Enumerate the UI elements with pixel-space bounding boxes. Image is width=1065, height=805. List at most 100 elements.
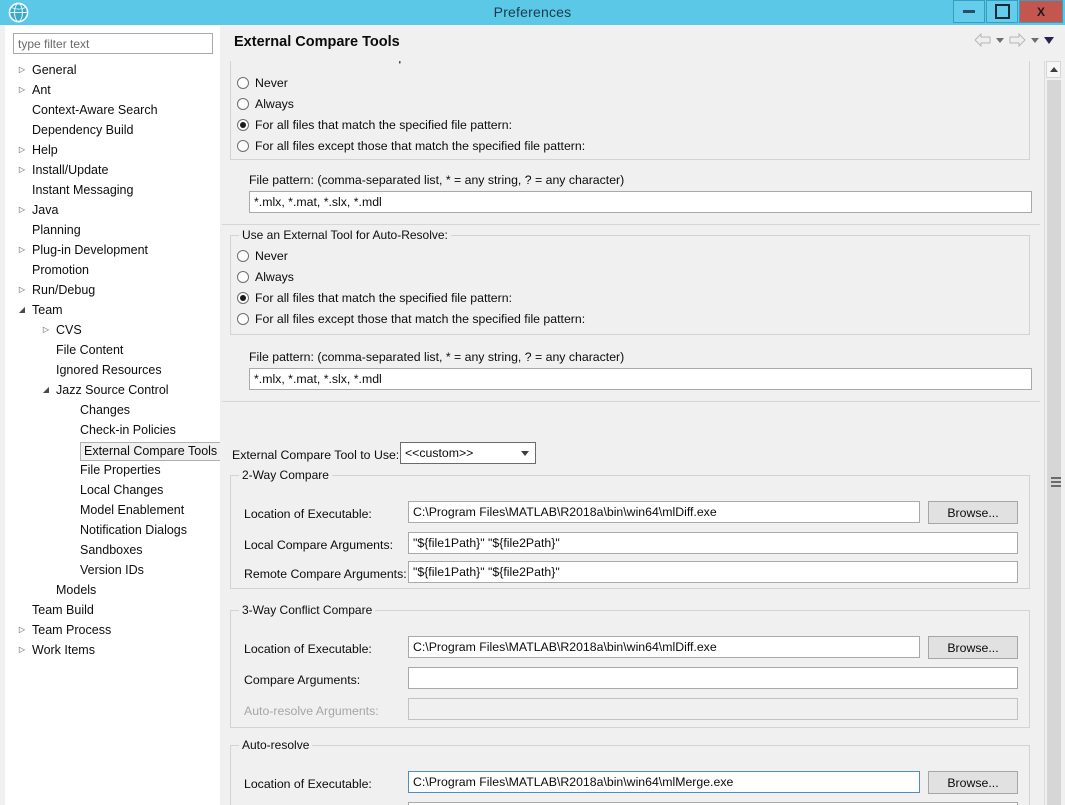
compare-option-always-label: Always: [255, 97, 294, 111]
auto-resolve-browse-button[interactable]: Browse...: [928, 771, 1018, 794]
sidebar-item-models[interactable]: Models: [6, 580, 220, 600]
autoresolve-option-always[interactable]: Always: [237, 268, 294, 286]
sidebar-item-sandboxes[interactable]: Sandboxes: [6, 540, 220, 560]
sidebar-item-label: Ignored Resources: [56, 360, 162, 380]
sidebar-item-team-process[interactable]: ▷Team Process: [6, 620, 220, 640]
sidebar-item-label: Team Build: [32, 600, 94, 620]
sidebar-item-label: Team: [32, 300, 63, 320]
tree-collapsed-icon[interactable]: ▷: [16, 240, 28, 260]
auto-resolve-title: Auto-resolve: [239, 738, 312, 752]
radio-selected-icon: [237, 292, 249, 304]
tool-select-label: External Compare Tool to Use:: [232, 448, 399, 462]
section-divider: [222, 224, 1040, 225]
page-nav-buttons: [969, 33, 1054, 47]
scroll-up-button[interactable]: [1046, 61, 1061, 78]
radio-icon: [237, 271, 249, 283]
preferences-tree[interactable]: ▷General▷AntContext-Aware SearchDependen…: [6, 60, 220, 804]
back-arrow-icon[interactable]: [974, 33, 991, 47]
sidebar-item-model-enablement[interactable]: Model Enablement: [6, 500, 220, 520]
sidebar-item-run-debug[interactable]: ▷Run/Debug: [6, 280, 220, 300]
sidebar-item-ignored-resources[interactable]: Ignored Resources: [6, 360, 220, 380]
three-way-browse-button[interactable]: Browse...: [928, 636, 1018, 659]
minimize-button[interactable]: [953, 0, 985, 23]
sidebar-item-label: Model Enablement: [80, 500, 184, 520]
forward-menu-chevron-down-icon[interactable]: [1031, 38, 1039, 43]
sidebar-item-changes[interactable]: Changes: [6, 400, 220, 420]
view-menu-chevron-down-icon[interactable]: [1044, 37, 1054, 44]
sidebar-item-help[interactable]: ▷Help: [6, 140, 220, 160]
sidebar-item-cvs[interactable]: ▷CVS: [6, 320, 220, 340]
sidebar-item-local-changes[interactable]: Local Changes: [6, 480, 220, 500]
two-way-local-args-input[interactable]: [408, 532, 1018, 554]
three-way-compare-args-input[interactable]: [408, 667, 1018, 689]
close-button[interactable]: X: [1019, 0, 1063, 23]
sidebar-item-promotion[interactable]: Promotion: [6, 260, 220, 280]
tree-collapsed-icon[interactable]: ▷: [16, 280, 28, 300]
tool-select-dropdown[interactable]: <<custom>>: [400, 442, 536, 464]
sidebar-item-plug-in-development[interactable]: ▷Plug-in Development: [6, 240, 220, 260]
three-way-exe-input[interactable]: [408, 636, 920, 658]
autoresolve-option-match-label: For all files that match the specified f…: [255, 291, 512, 305]
autoresolve-option-match[interactable]: For all files that match the specified f…: [237, 289, 512, 307]
two-way-exe-input[interactable]: [408, 501, 920, 523]
two-way-remote-args-input[interactable]: [408, 561, 1018, 583]
sidebar-item-install-update[interactable]: ▷Install/Update: [6, 160, 220, 180]
scrollbar-grip-icon: [1051, 477, 1061, 486]
sidebar-item-external-compare-tools[interactable]: External Compare Tools: [6, 440, 220, 460]
autoresolve-option-except[interactable]: For all files except those that match th…: [237, 310, 585, 328]
three-way-compare-args-label: Compare Arguments:: [244, 673, 360, 687]
chevron-down-icon: [521, 451, 529, 456]
sidebar-item-general[interactable]: ▷General: [6, 60, 220, 80]
tree-collapsed-icon[interactable]: ▷: [16, 60, 28, 80]
sidebar-item-label: Install/Update: [32, 160, 108, 180]
sidebar-item-team-build[interactable]: Team Build: [6, 600, 220, 620]
tree-collapsed-icon[interactable]: ▷: [16, 160, 28, 180]
sidebar-item-ant[interactable]: ▷Ant: [6, 80, 220, 100]
tree-expanded-icon[interactable]: ◢: [40, 380, 52, 400]
tree-expanded-icon[interactable]: ◢: [16, 300, 28, 320]
sidebar-item-check-in-policies[interactable]: Check-in Policies: [6, 420, 220, 440]
tree-collapsed-icon[interactable]: ▷: [16, 200, 28, 220]
sidebar-item-file-properties[interactable]: File Properties: [6, 460, 220, 480]
autoresolve-group: Use an External Tool for Auto-Resolve: N…: [230, 235, 1030, 335]
sidebar-item-work-items[interactable]: ▷Work Items: [6, 640, 220, 660]
tree-collapsed-icon[interactable]: ▷: [16, 140, 28, 160]
auto-resolve-exe-input[interactable]: [408, 771, 920, 793]
page-content: Use an External Tool for Compare: Never …: [222, 61, 1040, 805]
sidebar-item-java[interactable]: ▷Java: [6, 200, 220, 220]
autoresolve-option-never[interactable]: Never: [237, 247, 288, 265]
sidebar-item-instant-messaging[interactable]: Instant Messaging: [6, 180, 220, 200]
compare-option-except[interactable]: For all files except those that match th…: [237, 137, 585, 155]
compare-option-never[interactable]: Never: [237, 74, 288, 92]
sidebar-item-version-ids[interactable]: Version IDs: [6, 560, 220, 580]
maximize-button[interactable]: [986, 0, 1018, 23]
sidebar-item-dependency-build[interactable]: Dependency Build: [6, 120, 220, 140]
autoresolve-pattern-input[interactable]: [249, 368, 1032, 390]
sidebar-item-label: Ant: [32, 80, 51, 100]
sidebar-item-label: Instant Messaging: [32, 180, 133, 200]
tree-collapsed-icon[interactable]: ▷: [16, 620, 28, 640]
sidebar-item-planning[interactable]: Planning: [6, 220, 220, 240]
scrollbar-thumb[interactable]: [1047, 80, 1061, 805]
window-title: Preferences: [0, 2, 1065, 22]
sidebar-item-notification-dialogs[interactable]: Notification Dialogs: [6, 520, 220, 540]
filter-input[interactable]: [13, 33, 213, 54]
tree-collapsed-icon[interactable]: ▷: [16, 640, 28, 660]
compare-option-match[interactable]: For all files that match the specified f…: [237, 116, 512, 134]
sidebar-item-jazz-source-control[interactable]: ◢Jazz Source Control: [6, 380, 220, 400]
sidebar-item-label: CVS: [56, 320, 82, 340]
vertical-scrollbar[interactable]: [1044, 61, 1062, 805]
forward-arrow-icon[interactable]: [1009, 33, 1026, 47]
sidebar-item-team[interactable]: ◢Team: [6, 300, 220, 320]
sidebar-item-label: Notification Dialogs: [80, 520, 187, 540]
compare-option-always[interactable]: Always: [237, 95, 294, 113]
sidebar-item-context-aware-search[interactable]: Context-Aware Search: [6, 100, 220, 120]
tree-collapsed-icon[interactable]: ▷: [16, 80, 28, 100]
sidebar-item-file-content[interactable]: File Content: [6, 340, 220, 360]
compare-pattern-input[interactable]: [249, 191, 1032, 213]
page-scroll-area: Use an External Tool for Compare: Never …: [222, 61, 1062, 805]
two-way-browse-button[interactable]: Browse...: [928, 501, 1018, 524]
tree-collapsed-icon[interactable]: ▷: [40, 320, 52, 340]
two-way-remote-args-label: Remote Compare Arguments:: [244, 567, 407, 581]
back-menu-chevron-down-icon[interactable]: [996, 38, 1004, 43]
